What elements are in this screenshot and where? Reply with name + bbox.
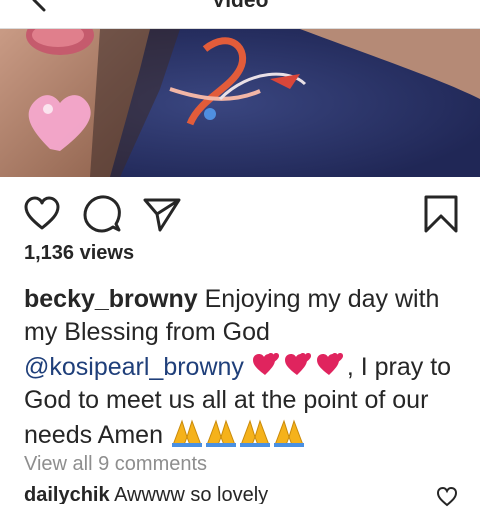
- page-title: Video: [211, 0, 269, 12]
- comment-text: Awwww so lovely: [114, 484, 269, 504]
- view-all-comments-link[interactable]: View all 9 comments: [24, 453, 207, 476]
- comment-preview: dailychik Awwww so lovely: [24, 484, 480, 504]
- comment-username[interactable]: dailychik: [24, 484, 110, 504]
- post-caption: becky_browny Enjoying my day with my Ble…: [24, 283, 464, 452]
- views-count: 1,136 views: [24, 242, 135, 264]
- caption-username[interactable]: becky_browny: [24, 285, 198, 313]
- heart-icon[interactable]: [22, 194, 62, 234]
- folded-hands-emoji: [170, 419, 304, 449]
- caption-mention[interactable]: @kosipearl_browny: [24, 353, 244, 381]
- top-bar: Video: [0, 0, 480, 29]
- two-hearts-emoji: [251, 353, 347, 381]
- send-icon[interactable]: [142, 194, 182, 234]
- action-bar: [0, 190, 480, 236]
- comment-like-icon[interactable]: [436, 487, 458, 507]
- post-video[interactable]: [0, 29, 480, 177]
- bookmark-icon[interactable]: [421, 194, 461, 234]
- comment-icon[interactable]: [82, 194, 122, 234]
